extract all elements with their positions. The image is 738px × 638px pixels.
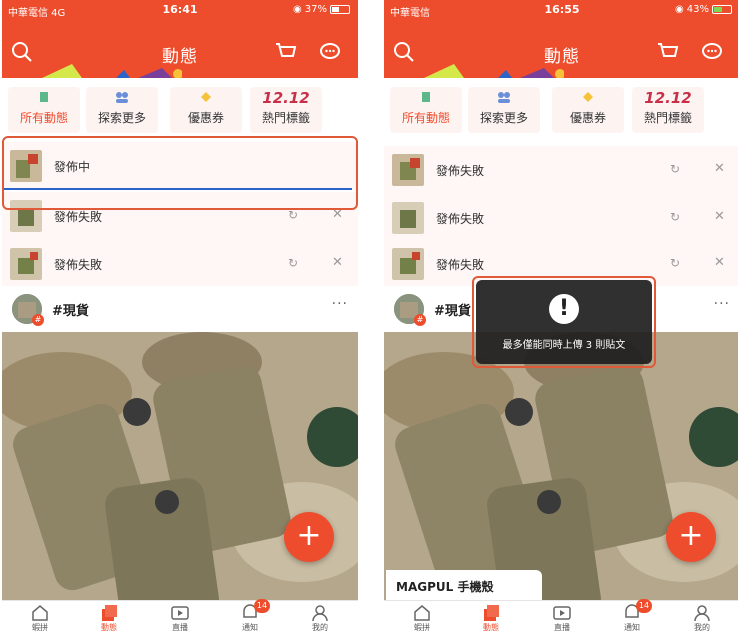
nav-item-home[interactable]: 蝦拼 (10, 601, 70, 638)
tab-all-feeds[interactable]: 所有動態 (8, 87, 80, 133)
nav-item-home[interactable]: 蝦拼 (392, 601, 452, 638)
upload-row: 發佈中 (2, 142, 358, 190)
retry-icon[interactable]: ↻ (670, 256, 680, 270)
feed-icon (102, 605, 117, 621)
battery-icon (330, 5, 350, 14)
more-options-icon[interactable]: ··· (332, 296, 348, 312)
user-badge-icon: # (32, 314, 44, 326)
alarm-icon: ◉ (675, 4, 684, 15)
cart-icon[interactable] (656, 40, 680, 64)
tab-coupons[interactable]: 優惠券 (170, 87, 242, 133)
page-title: 動態 (544, 47, 580, 67)
header-bar: 中華電信 4G 16:41 ◉ 37% 動態 (2, 0, 358, 78)
alarm-icon: ◉ (293, 4, 302, 15)
phone-screen-left: 中華電信 4G 16:41 ◉ 37% 動態 所有動態 探索更多 優惠券 12.… (2, 0, 358, 638)
tab-all-feeds[interactable]: 所有動態 (390, 87, 462, 133)
upload-row: 發佈失敗 ↻ ✕ (384, 194, 738, 242)
header-bar: 中華電信 16:55 ◉ 43% 動態 (384, 0, 738, 78)
hot-tag-badge: 12.12 (262, 89, 310, 107)
upload-status: 發佈中 (54, 160, 91, 174)
upload-status: 發佈失敗 (436, 164, 485, 178)
profile-icon (312, 605, 328, 622)
battery-icon (712, 5, 732, 14)
post-caption: MAGPUL 手機殼 (386, 570, 542, 600)
nav-item-feed[interactable]: 動態 (79, 601, 139, 638)
post-header: # #現貨 ··· (2, 286, 358, 332)
upload-status: 發佈失敗 (436, 258, 485, 272)
feed-tabs: 所有動態 探索更多 優惠券 12.12 熱門標籤 (384, 78, 738, 138)
upload-row: 發佈失敗 ↻ ✕ (384, 146, 738, 194)
upload-row: 發佈失敗 ↻ ✕ (2, 192, 358, 240)
pages-icon (390, 89, 462, 109)
close-icon[interactable]: ✕ (332, 255, 343, 270)
status-bar: 中華電信 4G 16:41 ◉ 37% (2, 0, 358, 20)
nav-item-notifications[interactable]: 14 通知 (602, 599, 662, 638)
upload-thumbnail (392, 202, 424, 234)
nav-item-profile[interactable]: 我的 (672, 601, 732, 638)
battery-percent: 43% (686, 4, 709, 15)
coupon-icon (552, 89, 624, 109)
upload-thumbnail (10, 150, 42, 182)
notification-count-badge: 14 (254, 599, 270, 613)
people-icon (468, 89, 540, 109)
retry-icon[interactable]: ↻ (288, 208, 298, 222)
exclamation-icon: ! (549, 294, 579, 324)
people-icon (86, 89, 158, 109)
battery-percent: 37% (304, 4, 327, 15)
user-badge-icon: # (414, 314, 426, 326)
home-icon (414, 605, 430, 621)
tab-coupons[interactable]: 優惠券 (552, 87, 624, 133)
tab-explore[interactable]: 探索更多 (468, 87, 540, 133)
nav-item-feed[interactable]: 動態 (461, 601, 521, 638)
retry-icon[interactable]: ↻ (670, 210, 680, 224)
create-post-button[interactable]: + (666, 512, 716, 562)
upload-status: 發佈失敗 (436, 212, 485, 226)
post-hashtag[interactable]: #現貨 (52, 300, 89, 319)
cart-icon[interactable] (274, 40, 298, 64)
feed-tabs: 所有動態 探索更多 優惠券 12.12 熱門標籤 (2, 78, 358, 138)
post-hashtag[interactable]: #現貨 (434, 300, 471, 319)
coupon-icon (170, 89, 242, 109)
phone-screen-right: 中華電信 16:55 ◉ 43% 動態 所有動態 探索更多 優惠券 12.12 … (384, 0, 738, 638)
close-icon[interactable]: ✕ (332, 207, 343, 222)
pages-icon (8, 89, 80, 109)
notification-count-badge: 14 (636, 599, 652, 613)
bottom-nav: 蝦拼 動態 直播 14 通知 我的 (2, 599, 358, 638)
toast-message: 最多僅能同時上傳 3 則貼文 (502, 340, 626, 351)
chat-icon[interactable] (700, 40, 724, 64)
feed-icon (484, 605, 499, 621)
nav-item-live[interactable]: 直播 (532, 601, 592, 638)
bottom-nav: 蝦拼 動態 直播 14 通知 我的 (384, 599, 738, 638)
close-icon[interactable]: ✕ (714, 161, 725, 176)
hot-tag-badge: 12.12 (644, 89, 692, 107)
retry-icon[interactable]: ↻ (288, 256, 298, 270)
status-bar: 中華電信 16:55 ◉ 43% (384, 0, 738, 20)
nav-item-profile[interactable]: 我的 (290, 601, 350, 638)
upload-thumbnail (10, 248, 42, 280)
profile-icon (694, 605, 710, 622)
upload-limit-toast: ! 最多僅能同時上傳 3 則貼文 (476, 280, 652, 364)
upload-thumbnail (392, 154, 424, 186)
close-icon[interactable]: ✕ (714, 209, 725, 224)
live-icon (553, 606, 571, 620)
retry-icon[interactable]: ↻ (670, 162, 680, 176)
nav-item-live[interactable]: 直播 (150, 601, 210, 638)
tab-hot-tags[interactable]: 12.12 熱門標籤 (250, 87, 322, 133)
create-post-button[interactable]: + (284, 512, 334, 562)
tab-explore[interactable]: 探索更多 (86, 87, 158, 133)
upload-status: 發佈失敗 (54, 258, 103, 272)
home-icon (32, 605, 48, 621)
close-icon[interactable]: ✕ (714, 255, 725, 270)
more-options-icon[interactable]: ··· (714, 296, 730, 312)
upload-status: 發佈失敗 (54, 210, 103, 224)
page-title: 動態 (162, 47, 198, 67)
upload-progress-bar (2, 188, 352, 190)
tab-hot-tags[interactable]: 12.12 熱門標籤 (632, 87, 704, 133)
chat-icon[interactable] (318, 40, 342, 64)
live-icon (171, 606, 189, 620)
upload-row: 發佈失敗 ↻ ✕ (2, 240, 358, 288)
nav-item-notifications[interactable]: 14 通知 (220, 599, 280, 638)
upload-thumbnail (10, 200, 42, 232)
upload-thumbnail (392, 248, 424, 280)
